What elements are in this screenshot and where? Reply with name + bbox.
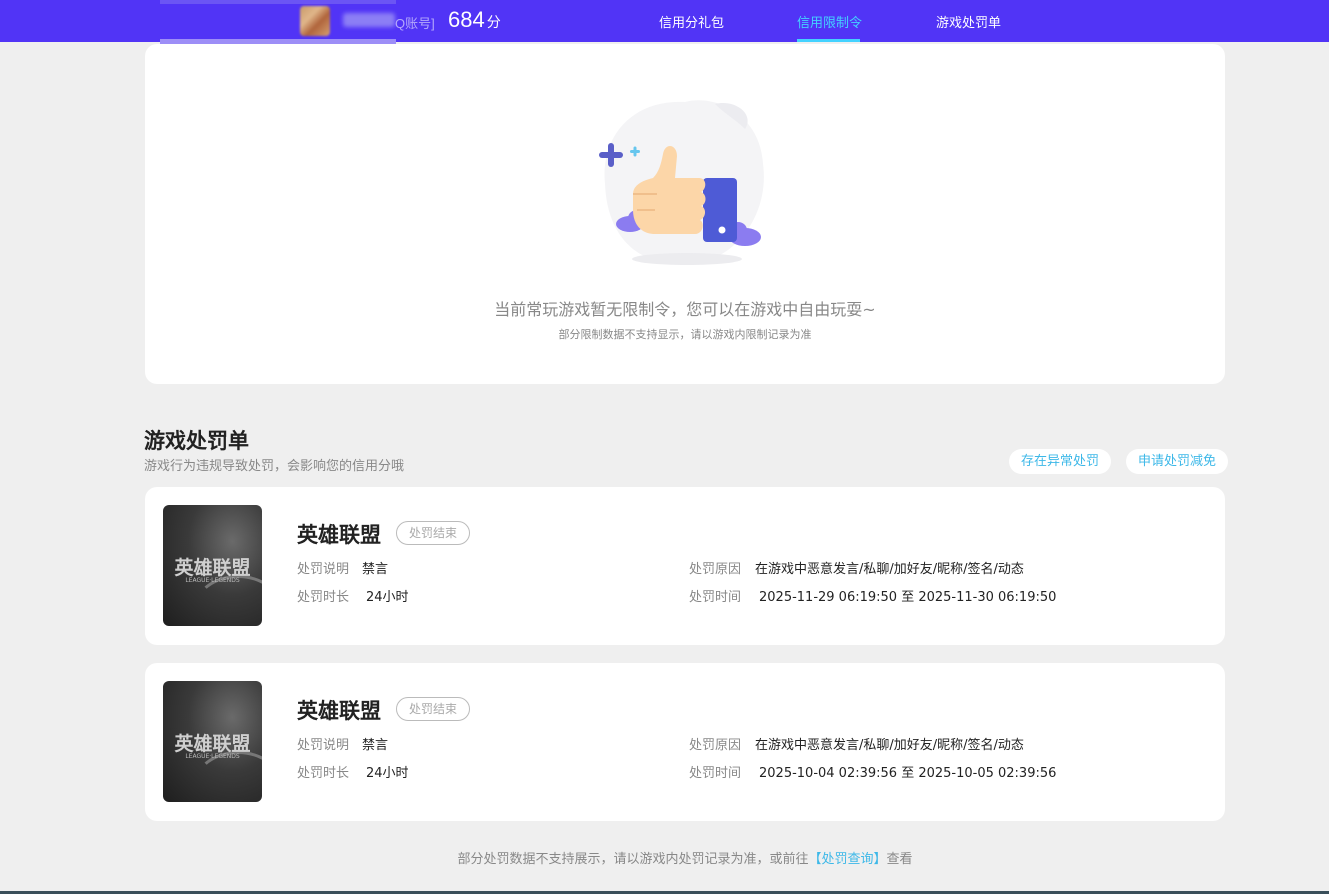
active-tab-indicator (797, 39, 860, 42)
cover-subtitle: LEAGUE·LEGENDS (185, 753, 240, 760)
empty-message: 当前常玩游戏暂无限制令，您可以在游戏中自由玩耍~ (494, 300, 876, 319)
footer-note: 部分处罚数据不支持展示，请以游戏内处罚记录为准，或前往【处罚查询】查看 (0, 848, 1329, 867)
user-info (160, 0, 396, 46)
tab-credit-restriction[interactable]: 信用限制令 (797, 12, 862, 31)
duration-value: 24小时 (366, 590, 409, 605)
blurred-nickname (343, 13, 395, 27)
status-badge: 处罚结束 (396, 521, 471, 545)
game-cover-image: 英雄联盟 LEAGUE·LEGENDS (163, 681, 262, 802)
time-label: 处罚时间 (689, 590, 742, 605)
game-cover-image: 英雄联盟 LEAGUE·LEGENDS (163, 505, 262, 626)
reason-label: 处罚原因 (689, 562, 742, 577)
cover-subtitle: LEAGUE·LEGENDS (185, 577, 240, 584)
cover-title: 英雄联盟 (174, 557, 251, 579)
abnormal-penalty-button[interactable]: 存在异常处罚 (1009, 449, 1112, 474)
penalty-card: 英雄联盟 LEAGUE·LEGENDS 英雄联盟 处罚结束 处罚说明 禁言 处罚… (145, 663, 1225, 821)
top-nav-bar: Q账号] 684 分 信用分礼包 信用限制令 游戏处罚单 (0, 0, 1329, 46)
penalty-query-link[interactable]: 【处罚查询】 (808, 852, 886, 867)
time-value: 2025-11-29 06:19:50 至 2025-11-30 06:19:5… (759, 590, 1057, 605)
credit-score: 684 分 (448, 7, 501, 32)
section-subtitle: 游戏行为违规导致处罚，会影响您的信用分哦 (144, 459, 405, 474)
empty-note: 部分限制数据不支持显示，请以游戏内限制记录为准 (558, 328, 812, 341)
time-label: 处罚时间 (689, 766, 742, 781)
reason-value: 在游戏中恶意发言/私聊/加好友/昵称/签名/动态 (755, 738, 1024, 753)
desc-value: 禁言 (362, 562, 389, 577)
avatar[interactable] (300, 6, 330, 36)
duration-label: 处罚时长 (297, 766, 350, 781)
penalty-card: 英雄联盟 LEAGUE·LEGENDS 英雄联盟 处罚结束 处罚说明 禁言 处罚… (145, 487, 1225, 645)
reason-label: 处罚原因 (689, 738, 742, 753)
thumbs-up-icon (599, 100, 764, 265)
game-name: 英雄联盟 (297, 699, 381, 723)
apply-reduction-button[interactable]: 申请处罚减免 (1126, 449, 1229, 474)
duration-label: 处罚时长 (297, 590, 350, 605)
game-name: 英雄联盟 (297, 523, 381, 547)
desc-label: 处罚说明 (297, 738, 350, 753)
reason-value: 在游戏中恶意发言/私聊/加好友/昵称/签名/动态 (755, 562, 1024, 577)
status-badge: 处罚结束 (396, 697, 471, 721)
desc-value: 禁言 (362, 738, 389, 753)
section-title: 游戏处罚单 (144, 429, 249, 453)
time-value: 2025-10-04 02:39:56 至 2025-10-05 02:39:5… (759, 766, 1057, 781)
footer-suffix: 查看 (886, 852, 913, 867)
cover-title: 英雄联盟 (174, 733, 251, 755)
restriction-card: 当前常玩游戏暂无限制令，您可以在游戏中自由玩耍~ 部分限制数据不支持显示，请以游… (145, 44, 1225, 384)
footer-text: 部分处罚数据不支持展示，请以游戏内处罚记录为准，或前往 (457, 852, 809, 867)
blurred-header-strip (160, 0, 396, 4)
desc-label: 处罚说明 (297, 562, 350, 577)
tab-game-penalty[interactable]: 游戏处罚单 (936, 12, 1001, 31)
duration-value: 24小时 (366, 766, 409, 781)
tab-credit-gift[interactable]: 信用分礼包 (659, 12, 724, 31)
account-tag: Q账号] (395, 16, 435, 31)
